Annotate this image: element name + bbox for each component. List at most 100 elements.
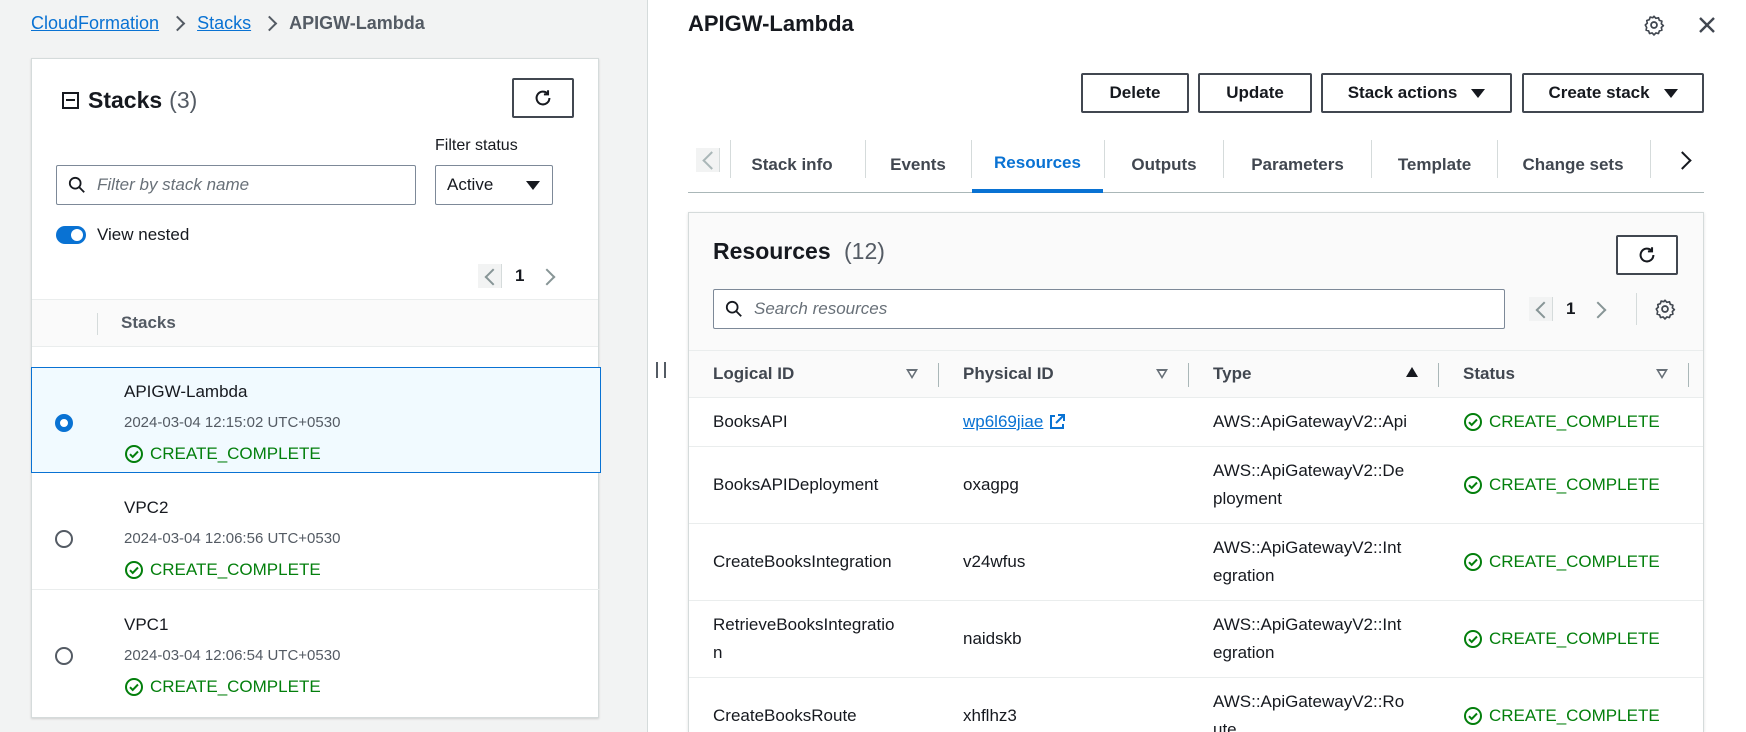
resource-type: AWS::ApiGatewayV2::De ployment [1213, 457, 1404, 513]
resource-status: CREATE_COMPLETE [1463, 629, 1660, 649]
resource-type-line: AWS::ApiGatewayV2::Ro [1213, 692, 1405, 711]
stack-radio[interactable] [55, 647, 73, 665]
search-resources-placeholder: Search resources [754, 299, 888, 318]
sort-icon[interactable] [906, 369, 918, 379]
physical-id: naidskb [963, 629, 1022, 648]
close-icon [1699, 17, 1715, 33]
column-physical-id[interactable]: Physical ID [963, 364, 1054, 384]
tab-template[interactable]: Template [1372, 136, 1497, 193]
logical-id-line: RetrieveBooksIntegratio [713, 615, 895, 634]
sort-icon[interactable] [1656, 369, 1668, 379]
stacks-count: (3) [169, 87, 198, 113]
settings-button[interactable] [1640, 11, 1668, 39]
stack-row[interactable]: VPC2 2024-03-04 12:06:56 UTC+0530 CREATE… [32, 484, 600, 590]
status-success-icon [1464, 413, 1482, 431]
filter-status-select[interactable]: Active [435, 165, 553, 205]
breadcrumb-separator-icon [165, 12, 191, 34]
column-type[interactable]: Type [1213, 364, 1251, 384]
search-resources-input[interactable]: Search resources [713, 289, 1505, 329]
column-logical-id[interactable]: Logical ID [713, 364, 794, 384]
column-divider [97, 313, 98, 335]
toggle-switch[interactable] [56, 226, 86, 244]
table-row[interactable]: BooksAPI wp6l69jiae AWS::ApiGatewayV2::A… [689, 398, 1703, 447]
chevron-left-icon[interactable] [696, 148, 720, 172]
tab-outputs[interactable]: Outputs [1105, 136, 1223, 193]
physical-id: xhflhz3 [963, 706, 1017, 725]
resource-type-line: AWS::ApiGatewayV2::De [1213, 461, 1405, 480]
resource-type-line: egration [1213, 566, 1275, 585]
table-row[interactable]: CreateBooksRoute xhflhz3 AWS::ApiGateway… [689, 678, 1703, 732]
table-preferences-button[interactable] [1651, 295, 1679, 323]
external-link-icon [1050, 414, 1066, 429]
table-row[interactable]: CreateBooksIntegration v24wfus AWS::ApiG… [689, 524, 1703, 601]
resources-page-number[interactable]: 1 [1566, 299, 1575, 319]
chevron-right-icon[interactable] [537, 264, 561, 288]
search-icon [725, 300, 742, 317]
resource-status: CREATE_COMPLETE [1463, 706, 1660, 726]
caret-down-icon [1663, 88, 1678, 98]
resource-status-text: CREATE_COMPLETE [1489, 706, 1660, 725]
stacks-title-text: Stacks [88, 87, 163, 113]
create-stack-button[interactable]: Create stack [1522, 73, 1704, 113]
stack-status: CREATE_COMPLETE [124, 560, 321, 580]
caret-down-icon [1471, 88, 1486, 98]
create-stack-label: Create stack [1548, 83, 1650, 102]
logical-id: BooksAPI [713, 412, 788, 431]
column-status[interactable]: Status [1463, 364, 1515, 384]
chevron-right-icon[interactable] [1673, 148, 1697, 172]
resources-table-header: Logical ID Physical ID Type Status [689, 350, 1703, 398]
tab-resources[interactable]: Resources [972, 136, 1103, 193]
close-button[interactable] [1693, 11, 1721, 39]
stack-status-text: CREATE_COMPLETE [150, 444, 321, 463]
refresh-resources-button[interactable] [1616, 235, 1678, 275]
stack-row[interactable]: APIGW-Lambda 2024-03-04 12:15:02 UTC+053… [31, 367, 601, 473]
status-success-icon [125, 561, 143, 579]
physical-id: v24wfus [963, 552, 1026, 571]
tab-change-sets[interactable]: Change sets [1498, 136, 1648, 193]
stack-row[interactable]: VPC1 2024-03-04 12:06:54 UTC+0530 CREATE… [32, 601, 600, 707]
collapse-icon[interactable] [62, 92, 79, 109]
refresh-icon [1639, 247, 1655, 263]
resource-type: AWS::ApiGatewayV2::Api [1213, 412, 1408, 431]
breadcrumb-stacks[interactable]: Stacks [197, 13, 251, 34]
filter-stack-name-input[interactable]: Filter by stack name [56, 165, 416, 205]
sort-ascending-icon[interactable] [1406, 367, 1418, 377]
stacks-page-number[interactable]: 1 [515, 266, 524, 286]
split-panel-resize-handle[interactable] [656, 362, 666, 378]
table-row[interactable]: RetrieveBooksIntegratio n naidskb AWS::A… [689, 601, 1703, 678]
chevron-left-icon[interactable] [478, 264, 502, 288]
update-button[interactable]: Update [1198, 73, 1312, 113]
table-row[interactable]: BooksAPIDeployment oxagpg AWS::ApiGatewa… [689, 447, 1703, 524]
tab-parameters[interactable]: Parameters [1224, 136, 1371, 193]
chevron-left-icon[interactable] [1529, 297, 1553, 321]
stack-actions-label: Stack actions [1347, 83, 1458, 102]
filter-stack-name-placeholder: Filter by stack name [97, 175, 250, 194]
caret-down-icon [526, 181, 540, 190]
stack-radio[interactable] [55, 530, 73, 548]
stack-name: VPC1 [124, 615, 169, 634]
physical-id-link[interactable]: wp6l69jiae [963, 408, 1066, 436]
breadcrumb-cloudformation[interactable]: CloudFormation [31, 13, 159, 34]
search-icon [68, 176, 85, 193]
filter-status-value: Active [447, 175, 494, 194]
status-success-icon [1464, 630, 1482, 648]
logical-id: BooksAPIDeployment [713, 475, 879, 494]
stack-name: VPC2 [124, 498, 169, 517]
settings-icon [1655, 299, 1676, 320]
resource-type: AWS::ApiGatewayV2::Int egration [1213, 534, 1401, 590]
tab-stack-info[interactable]: Stack info [731, 136, 853, 193]
resources-pagination: 1 [1529, 297, 1612, 321]
refresh-stacks-button[interactable] [512, 78, 574, 118]
stacks-pagination: 1 [478, 264, 561, 288]
breadcrumb-separator-icon [257, 12, 283, 34]
stack-actions-button[interactable]: Stack actions [1321, 73, 1512, 113]
resource-status: CREATE_COMPLETE [1463, 412, 1660, 432]
stack-radio-selected[interactable] [55, 414, 73, 432]
sort-icon[interactable] [1156, 369, 1168, 379]
status-success-icon [125, 678, 143, 696]
delete-button[interactable]: Delete [1081, 73, 1189, 113]
logical-id: CreateBooksIntegration [713, 552, 892, 571]
view-nested-toggle[interactable]: View nested [56, 225, 189, 245]
chevron-right-icon[interactable] [1588, 297, 1612, 321]
tab-events[interactable]: Events [866, 136, 970, 193]
